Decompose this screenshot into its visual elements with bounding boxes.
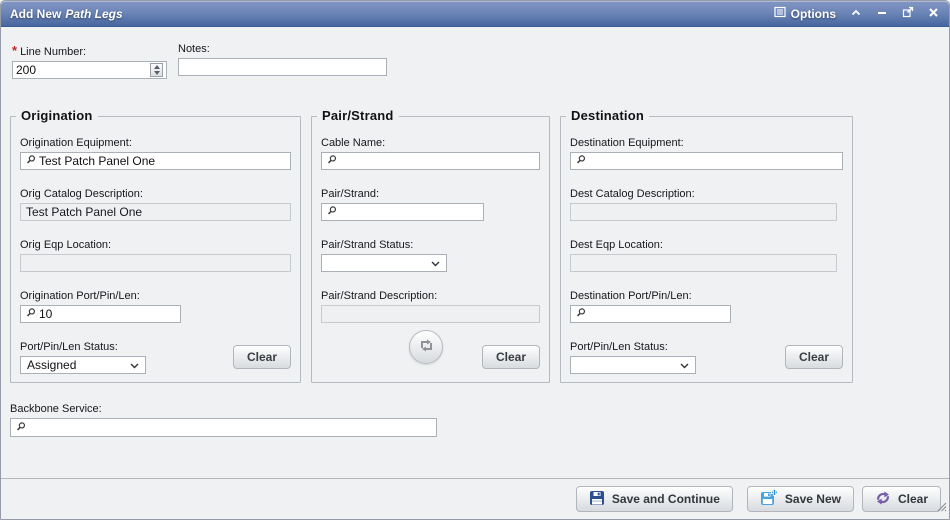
dest-catalog-description-label: Dest Catalog Description: [570, 188, 843, 200]
pair-strand-description-label: Pair/Strand Description: [321, 290, 540, 302]
orig-eqp-location-value [20, 254, 291, 272]
options-list-icon [774, 6, 786, 21]
save-new-icon [760, 489, 778, 509]
search-icon [576, 152, 586, 170]
destination-port-pin-len-label: Destination Port/Pin/Len: [570, 290, 843, 302]
pair-strand-group: Pair/Strand Cable Name: Pair/Strand: Pai… [311, 116, 550, 383]
spinner-down-icon[interactable] [154, 71, 160, 75]
pair-strand-input[interactable] [340, 205, 480, 219]
destination-group-title: Destination [566, 108, 649, 123]
search-icon [327, 203, 337, 221]
chevron-up-icon [850, 5, 862, 23]
orig-port-pin-len-status-select[interactable]: Assigned [20, 356, 146, 374]
diagonal-grip-icon [934, 499, 947, 516]
destination-port-pin-len-input[interactable] [589, 307, 727, 321]
options-label: Options [791, 7, 836, 21]
dialog-title: Add New Path Legs [10, 7, 123, 21]
origination-group-title: Origination [16, 108, 98, 123]
search-icon [576, 305, 586, 323]
origination-group: Origination Origination Equipment: Orig … [10, 116, 301, 383]
dest-catalog-description-value [570, 203, 837, 221]
pair-strand-status-select[interactable] [321, 254, 447, 272]
footer-clear-button[interactable]: Clear [862, 486, 941, 512]
cable-name-field [321, 152, 540, 170]
cable-name-label: Cable Name: [321, 137, 540, 149]
line-number-field [12, 61, 167, 79]
swap-origination-destination-button[interactable] [409, 330, 443, 364]
destination-equipment-field [570, 152, 843, 170]
pair-strand-description-value [321, 305, 540, 323]
dialog-title-emphasis: Path Legs [65, 7, 122, 21]
save-new-button[interactable]: Save New [747, 486, 854, 512]
search-icon [16, 419, 26, 437]
destination-clear-button[interactable]: Clear [785, 345, 843, 369]
pair-strand-clear-button[interactable]: Clear [482, 345, 540, 369]
add-path-legs-dialog: Add New Path Legs Options [0, 0, 950, 520]
origination-equipment-input[interactable] [39, 154, 287, 168]
pair-strand-group-title: Pair/Strand [317, 108, 399, 123]
refresh-icon [875, 490, 891, 509]
orig-catalog-description-label: Orig Catalog Description: [20, 188, 291, 200]
line-number-spinner[interactable] [150, 63, 163, 77]
minimize-button[interactable] [875, 7, 888, 20]
destination-group: Destination Destination Equipment: Dest … [560, 116, 853, 383]
notes-input[interactable] [182, 60, 383, 74]
origination-port-pin-len-field [20, 305, 181, 323]
dest-port-pin-len-status-select[interactable] [570, 356, 696, 374]
dialog-titlebar[interactable]: Add New Path Legs Options [1, 1, 949, 27]
destination-equipment-input[interactable] [589, 154, 839, 168]
cycle-arrows-icon [418, 338, 435, 356]
dialog-footer: Save and Continue Save New [1, 478, 949, 519]
destination-port-pin-len-field [570, 305, 731, 323]
resize-grip[interactable] [934, 499, 947, 517]
save-icon [589, 490, 605, 509]
pair-strand-status-label: Pair/Strand Status: [321, 239, 540, 251]
popout-button[interactable] [901, 7, 914, 20]
cable-name-input[interactable] [340, 154, 536, 168]
close-button[interactable] [927, 7, 940, 20]
orig-eqp-location-label: Orig Eqp Location: [20, 239, 291, 251]
origination-port-pin-len-label: Origination Port/Pin/Len: [20, 290, 291, 302]
chevron-down-icon [680, 358, 689, 372]
origination-equipment-label: Origination Equipment: [20, 137, 291, 149]
arrow-out-icon [902, 5, 914, 23]
origination-port-pin-len-input[interactable] [39, 307, 177, 321]
dest-eqp-location-label: Dest Eqp Location: [570, 239, 843, 251]
collapse-button[interactable] [849, 7, 862, 20]
dest-eqp-location-value [570, 254, 837, 272]
notes-field [178, 58, 387, 76]
options-button[interactable]: Options [774, 6, 836, 21]
search-icon [26, 152, 36, 170]
origination-equipment-field [20, 152, 291, 170]
chevron-down-icon [431, 256, 440, 270]
line-number-label: *Line Number: [12, 43, 167, 58]
save-and-continue-button[interactable]: Save and Continue [576, 486, 733, 512]
required-asterisk: * [12, 43, 17, 58]
backbone-service-label: Backbone Service: [10, 403, 940, 415]
chevron-down-icon [130, 358, 139, 372]
notes-label: Notes: [178, 43, 387, 55]
close-icon [928, 5, 939, 23]
pair-strand-field [321, 203, 484, 221]
orig-status-value: Assigned [27, 358, 130, 372]
spinner-up-icon[interactable] [154, 65, 160, 69]
dialog-title-prefix: Add New [10, 7, 61, 21]
pair-strand-label: Pair/Strand: [321, 188, 540, 200]
orig-catalog-description-value: Test Patch Panel One [20, 203, 291, 221]
destination-equipment-label: Destination Equipment: [570, 137, 843, 149]
minus-icon [876, 5, 888, 23]
search-icon [327, 152, 337, 170]
origination-clear-button[interactable]: Clear [233, 345, 291, 369]
backbone-service-field [10, 418, 437, 437]
search-icon [26, 305, 36, 323]
backbone-service-input[interactable] [29, 421, 433, 435]
line-number-input[interactable] [16, 63, 147, 77]
